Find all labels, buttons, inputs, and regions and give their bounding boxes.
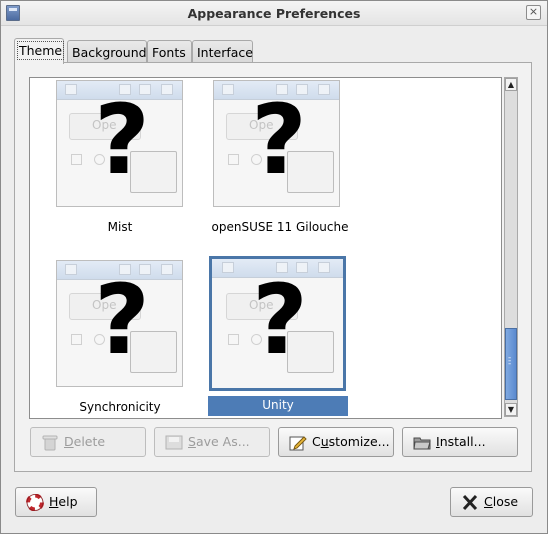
- help-button[interactable]: Help: [15, 487, 97, 517]
- scrollbar-thumb[interactable]: - - -: [505, 328, 517, 400]
- theme-preview-opensuse-11-gilouche: Ope ?: [213, 80, 340, 207]
- tab-theme[interactable]: Theme: [14, 38, 65, 64]
- preview-close-icon: [318, 262, 330, 273]
- scroll-up-arrow-icon[interactable]: ▲: [505, 78, 517, 91]
- tab-interface[interactable]: Interface: [192, 40, 253, 62]
- scroll-down-arrow-icon[interactable]: ▼: [505, 403, 517, 416]
- preview-menu-icon: [65, 264, 77, 275]
- tab-background[interactable]: Background: [67, 40, 147, 62]
- theme-preview-mist: Ope ?: [56, 80, 183, 207]
- theme-name: Mist: [107, 220, 133, 234]
- tab-interface-label: Interface: [197, 45, 253, 60]
- preview-close-icon: [161, 264, 173, 275]
- customize-button[interactable]: Customize...: [278, 427, 394, 457]
- theme-item-unity[interactable]: Ope ? Unity: [208, 256, 348, 418]
- missing-preview-icon: ?: [251, 84, 307, 196]
- titlebar[interactable]: Appearance Preferences ⨯: [1, 1, 547, 26]
- trash-icon: [42, 435, 58, 451]
- save-as-icon: [165, 435, 183, 450]
- tab-fonts-label: Fonts: [152, 45, 186, 60]
- save-as-label: ave As...: [195, 434, 250, 449]
- tab-background-label: Background: [72, 45, 147, 60]
- preview-checkbox: [71, 334, 82, 345]
- save-as-button[interactable]: Save As...: [154, 427, 270, 457]
- delete-mnemonic: D: [64, 434, 74, 449]
- theme-item-opensuse-11-gilouche[interactable]: Ope ? openSUSE 11 Gilouche: [200, 78, 360, 238]
- scrollbar-grip: - - -: [508, 353, 512, 369]
- close-text: Close: [484, 494, 519, 509]
- preview-close-icon: [161, 84, 173, 95]
- edit-icon: [289, 436, 307, 451]
- theme-name: openSUSE 11 Gilouche: [211, 220, 349, 234]
- close-button[interactable]: Close: [450, 487, 533, 517]
- window-close-icon[interactable]: ⨯: [526, 5, 541, 20]
- delete-label: elete: [73, 434, 106, 449]
- preview-menu-icon: [222, 262, 234, 273]
- preview-checkbox: [71, 154, 82, 165]
- tab-fonts[interactable]: Fonts: [147, 40, 192, 62]
- window-title: Appearance Preferences: [187, 6, 361, 21]
- missing-preview-icon: ?: [94, 264, 150, 376]
- preview-close-icon: [318, 84, 330, 95]
- help-text: Help: [49, 494, 78, 509]
- theme-name: Synchronicity: [79, 400, 161, 414]
- close-x-icon: [462, 494, 478, 511]
- tab-theme-label: Theme: [16, 41, 65, 60]
- theme-list-scrollbar[interactable]: ▲ - - - ▼: [504, 77, 518, 417]
- customize-text: Customize...: [312, 434, 390, 449]
- preview-checkbox: [228, 154, 239, 165]
- theme-item-mist[interactable]: Ope ? Mist: [50, 78, 190, 238]
- theme-item-synchronicity[interactable]: Ope ? Synchronicity: [50, 258, 190, 418]
- lifebuoy-icon: [26, 494, 44, 511]
- folder-icon: [413, 437, 431, 450]
- preview-menu-icon: [222, 84, 234, 95]
- theme-name: Unity: [208, 396, 348, 416]
- install-button[interactable]: Install...: [402, 427, 518, 457]
- theme-preview-unity: Ope ?: [209, 256, 346, 391]
- save-as-mnemonic: S: [188, 434, 196, 449]
- missing-preview-icon: ?: [252, 264, 308, 376]
- missing-preview-icon: ?: [94, 84, 150, 196]
- install-text: Install...: [436, 434, 486, 449]
- delete-button[interactable]: Delete: [30, 427, 146, 457]
- theme-preview-synchronicity: Ope ?: [56, 260, 183, 387]
- preview-menu-icon: [65, 84, 77, 95]
- theme-icon-view[interactable]: Ope ? Mist Ope ? openSUSE 11 Gilouche Op…: [29, 77, 502, 419]
- preview-checkbox: [228, 334, 239, 345]
